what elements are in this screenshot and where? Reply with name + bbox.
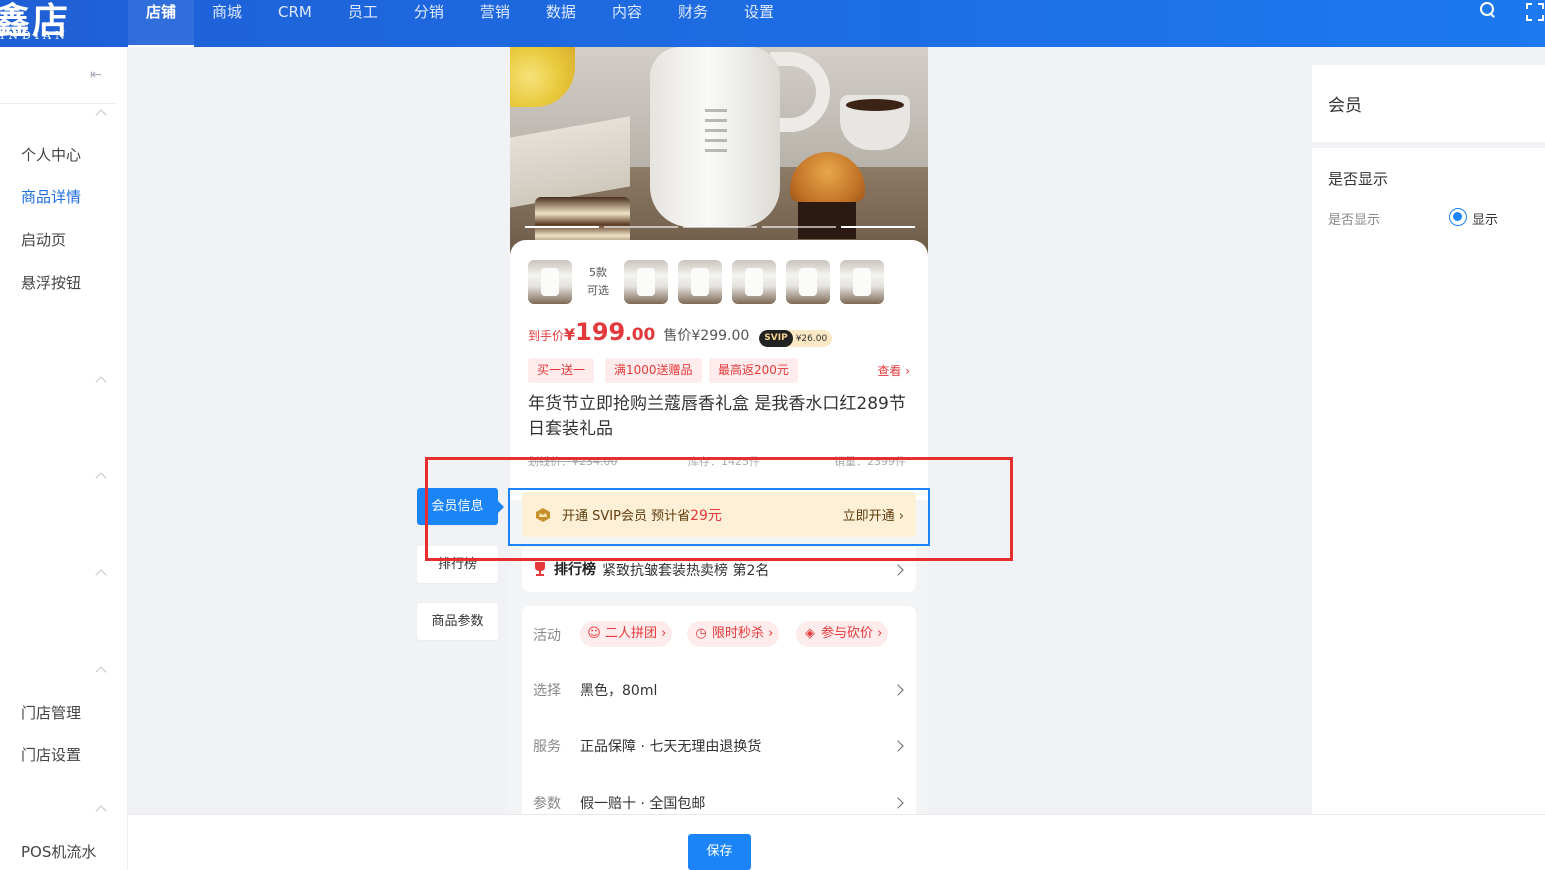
chevron-up-icon[interactable] — [95, 374, 107, 386]
nav-item-store[interactable]: 店铺 — [128, 0, 195, 47]
sidebar-item-personal-center[interactable]: 个人中心 — [21, 144, 81, 166]
product-params-card: 活动 ☺ 二人拼团 › ◷ 限时秒杀 › ◈ 参与砍价 › 选择 黑色，80ml 服务… — [522, 606, 916, 814]
chevron-right-icon — [892, 684, 904, 696]
coffee-cup-image — [840, 95, 910, 150]
show-radio[interactable] — [1449, 208, 1467, 226]
sidebar-item-store-settings[interactable]: 门店设置 — [21, 744, 81, 766]
price-currency: ¥ — [564, 325, 576, 344]
group-icon: ☺ — [587, 626, 601, 641]
search-icon[interactable] — [1477, 0, 1499, 22]
sidebar-item-float-button[interactable]: 悬浮按钮 — [21, 272, 81, 294]
nav-item-finance[interactable]: 财务 — [660, 0, 726, 47]
nav-item-staff[interactable]: 员工 — [330, 0, 396, 47]
display-field-label: 是否显示 — [1328, 213, 1381, 228]
section-title: 是否显示 — [1328, 170, 1389, 188]
sku-thumbnail[interactable] — [840, 260, 884, 304]
sku-thumbnail[interactable] — [624, 260, 668, 304]
price-row: 到手价 ¥ 199 .00 售价¥299.00 SVIP ¥26.00 — [528, 318, 833, 347]
activity-label: 活动 — [533, 628, 561, 644]
ranking-brand: 排行榜 — [554, 562, 596, 578]
main-nav: 店铺 商城 CRM 员工 分销 营销 数据 内容 财务 设置 — [128, 0, 792, 47]
param-value[interactable]: 假一赔十 · 全国包邮 — [580, 793, 705, 813]
select-value[interactable]: 黑色，80ml — [580, 680, 657, 700]
sku-thumbnail[interactable] — [732, 260, 776, 304]
sidebar-item-product-detail[interactable]: 商品详情 — [21, 186, 81, 208]
nav-item-data[interactable]: 数据 — [528, 0, 594, 47]
tag-icon: ◈ — [805, 626, 815, 641]
product-image-carousel[interactable] — [510, 47, 928, 257]
show-radio-label[interactable]: 显示 — [1472, 209, 1498, 228]
save-button[interactable]: 保存 — [688, 834, 751, 870]
sidebar-divider — [0, 103, 116, 104]
collapse-sidebar-icon[interactable]: ⇤ — [90, 67, 106, 83]
nav-item-distribution[interactable]: 分销 — [396, 0, 462, 47]
promo-tag[interactable]: 满1000送赠品 — [605, 358, 702, 383]
select-label: 选择 — [533, 683, 561, 699]
view-promos-link[interactable]: 查看 › — [877, 362, 910, 379]
nav-item-marketing[interactable]: 营销 — [462, 0, 528, 47]
chevron-up-icon[interactable] — [95, 470, 107, 482]
nav-item-content[interactable]: 内容 — [594, 0, 660, 47]
product-title: 年货节立即抢购兰蔻唇香礼盒 是我香水口红289节日套装礼品 — [528, 394, 906, 439]
nav-item-crm[interactable]: CRM — [260, 0, 330, 47]
sku-thumbnail[interactable] — [678, 260, 722, 304]
brand-logo[interactable]: 鑫店 INDIAN — [0, 0, 110, 44]
settings-panel: 是否显示 是否显示 显示 — [1312, 148, 1545, 814]
logo-sub-text: INDIAN — [0, 29, 69, 42]
chevron-up-icon[interactable] — [95, 107, 107, 119]
phone-preview: 5款 可选 到手价 ¥ 199 .00 售价¥299.00 SVIP ¥26.00… — [510, 47, 928, 814]
tab-product-params[interactable]: 商品参数 — [417, 603, 498, 640]
footer-bar: 保存 — [128, 814, 1545, 870]
promo-tag[interactable]: 买一送一 — [528, 358, 595, 383]
nav-item-settings[interactable]: 设置 — [726, 0, 792, 47]
service-value[interactable]: 正品保障 · 七天无理由退换货 — [580, 736, 761, 756]
sale-price: 售价¥299.00 — [663, 328, 750, 344]
settings-panel-header: 会员 — [1312, 65, 1545, 142]
price-decimal: .00 — [625, 325, 656, 345]
price-label: 到手价 — [528, 329, 565, 343]
sidebar: ⇤ 个人中心 商品详情 启动页 悬浮按钮 门店管理 门店设置 POS机流水 — [0, 47, 128, 870]
service-label: 服务 — [533, 739, 561, 755]
carousel-indicators — [525, 226, 915, 229]
chevron-up-icon[interactable] — [95, 803, 107, 815]
param-label: 参数 — [533, 796, 561, 812]
price-integer: 199 — [575, 318, 626, 346]
chevron-up-icon[interactable] — [95, 567, 107, 579]
chevron-right-icon — [892, 797, 904, 809]
top-nav-bar: 鑫店 INDIAN 店铺 商城 CRM 员工 分销 营销 数据 内容 财务 设置 — [0, 0, 1545, 47]
highlight-annotation-box — [425, 457, 1013, 561]
chevron-right-icon — [892, 564, 904, 576]
top-icons — [1453, 0, 1545, 24]
sidebar-item-pos-flow[interactable]: POS机流水 — [21, 841, 96, 863]
fullscreen-icon[interactable] — [1523, 0, 1545, 22]
group-buy-tag[interactable]: ☺ 二人拼团 › — [580, 621, 673, 647]
bargain-tag[interactable]: ◈ 参与砍价 › — [796, 621, 889, 647]
chevron-up-icon[interactable] — [95, 664, 107, 676]
flash-sale-tag[interactable]: ◷ 限时秒杀 › — [687, 621, 780, 647]
promo-tag[interactable]: 最高返200元 — [709, 358, 798, 383]
promotion-tags: 买一送一 满1000送赠品 最高返200元 查看 › — [528, 358, 910, 384]
sku-thumbnail[interactable] — [528, 260, 572, 304]
sku-thumbnail[interactable] — [786, 260, 830, 304]
sku-count-label: 5款 可选 — [587, 266, 609, 297]
ranking-text: 紧致抗皱套装热卖榜 第2名 — [602, 563, 770, 579]
sku-thumbnails: 5款 可选 — [528, 260, 894, 304]
svip-price-badge: SVIP ¥26.00 — [759, 330, 833, 347]
settings-panel-title: 会员 — [1328, 96, 1362, 116]
chevron-right-icon — [892, 740, 904, 752]
nav-item-mall[interactable]: 商城 — [194, 0, 260, 47]
sidebar-item-splash-page[interactable]: 启动页 — [21, 229, 66, 251]
clock-icon: ◷ — [695, 626, 707, 641]
trophy-icon — [535, 562, 545, 576]
sidebar-item-store-management[interactable]: 门店管理 — [21, 702, 81, 724]
